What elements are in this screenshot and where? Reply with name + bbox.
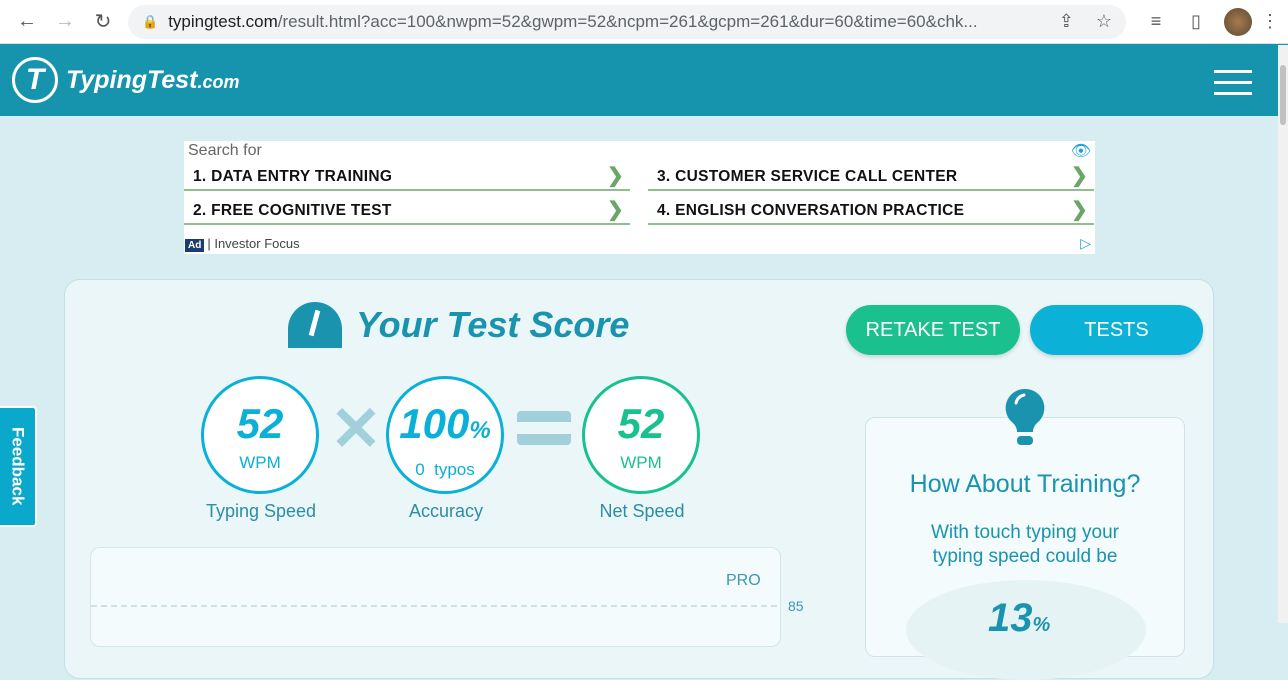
ad-link-label: 4. ENGLISH CONVERSATION PRACTICE bbox=[657, 202, 965, 219]
scrollbar[interactable] bbox=[1278, 45, 1288, 623]
improvement-value: 13 bbox=[988, 596, 1033, 640]
accuracy-circle: 100% 0 typos bbox=[386, 376, 504, 494]
avatar[interactable] bbox=[1224, 7, 1252, 36]
ad-link[interactable]: 3. CUSTOMER SERVICE CALL CENTER ❯ bbox=[648, 161, 1094, 191]
typing-speed-circle: 52 WPM bbox=[201, 376, 319, 494]
feedback-tab[interactable]: Feedback bbox=[0, 406, 37, 527]
ad-link[interactable]: 4. ENGLISH CONVERSATION PRACTICE ❯ bbox=[648, 195, 1094, 225]
chevron-right-icon: ❯ bbox=[606, 165, 624, 187]
typos-count: 0 typos bbox=[415, 460, 475, 479]
site-header: T TypingTest.com bbox=[0, 44, 1288, 116]
net-speed-label: Net Speed bbox=[599, 501, 685, 521]
adchoices-icon[interactable]: ▷ bbox=[1080, 235, 1091, 252]
ad-link-label: 2. FREE COGNITIVE TEST bbox=[193, 202, 392, 219]
retake-test-button[interactable]: RETAKE TEST bbox=[846, 305, 1020, 355]
logo-icon[interactable]: T bbox=[12, 57, 58, 103]
logo[interactable]: TypingTest.com bbox=[66, 66, 240, 95]
net-speed-unit: WPM bbox=[620, 453, 662, 472]
pro-label: PRO bbox=[726, 572, 761, 589]
page-title: Your Test Score bbox=[288, 302, 629, 348]
url-path: /result.html?acc=100&nwpm=52&gwpm=52&ncp… bbox=[277, 11, 978, 31]
lightbulb-icon bbox=[1005, 388, 1045, 445]
net-speed-circle: 52 WPM bbox=[582, 376, 700, 494]
lock-icon: 🔒 bbox=[142, 13, 159, 29]
reload-icon[interactable]: ↻ bbox=[84, 9, 122, 34]
speed-chart: PRO 85 bbox=[90, 547, 804, 647]
accuracy-label: Accuracy bbox=[408, 501, 484, 521]
ad-link-label: 3. CUSTOMER SERVICE CALL CENTER bbox=[657, 168, 958, 185]
pro-value: 85 bbox=[788, 598, 804, 614]
speedometer-icon bbox=[288, 302, 342, 348]
chevron-right-icon: ❯ bbox=[1070, 165, 1088, 187]
browser-toolbar: ← → ↻ 🔒 typingtest.com/result.html?acc=1… bbox=[0, 0, 1288, 44]
pro-threshold-line bbox=[91, 605, 777, 607]
improvement-percent: 13% bbox=[988, 596, 1051, 640]
url-host: typingtest.com bbox=[168, 11, 278, 31]
scrollbar-thumb[interactable] bbox=[1280, 65, 1286, 125]
ad-footer: Ad | Investor Focus bbox=[185, 236, 300, 252]
tests-button[interactable]: TESTS bbox=[1030, 305, 1203, 355]
logo-text: TypingTest bbox=[66, 65, 198, 94]
equals-icon bbox=[517, 411, 571, 445]
ad-hide-icon[interactable]: 👁 bbox=[1071, 141, 1091, 161]
ad-link[interactable]: 2. FREE COGNITIVE TEST ❯ bbox=[184, 195, 630, 225]
accuracy-suffix: % bbox=[469, 417, 491, 444]
logo-suffix: .com bbox=[197, 71, 240, 92]
ad-link[interactable]: 1. DATA ENTRY TRAINING ❯ bbox=[184, 161, 630, 191]
menu-dots-icon[interactable]: ⋮ bbox=[1260, 11, 1280, 32]
ad-banner: Search for 👁 1. DATA ENTRY TRAINING ❯ 2. … bbox=[184, 141, 1095, 254]
share-icon[interactable]: ⇪ bbox=[1059, 11, 1074, 32]
ad-link-label: 1. DATA ENTRY TRAINING bbox=[193, 168, 393, 185]
training-panel: How About Training? With touch typing yo… bbox=[865, 417, 1185, 680]
net-speed-value: 52 bbox=[617, 400, 665, 447]
multiply-icon: ✕ bbox=[330, 395, 382, 464]
training-text: With touch typing your typing speed coul… bbox=[931, 522, 1119, 567]
title-text: Your Test Score bbox=[356, 304, 630, 345]
ad-sponsor[interactable]: Investor Focus bbox=[214, 236, 299, 251]
chevron-right-icon: ❯ bbox=[1070, 199, 1088, 221]
sidepanel-icon[interactable]: ▯ bbox=[1176, 11, 1216, 32]
address-bar[interactable]: 🔒 typingtest.com/result.html?acc=100&nwp… bbox=[128, 4, 1126, 39]
typing-speed-label: Typing Speed bbox=[205, 501, 317, 521]
chevron-right-icon: ❯ bbox=[606, 199, 624, 221]
star-icon[interactable]: ☆ bbox=[1096, 11, 1112, 32]
hamburger-menu-icon[interactable] bbox=[1214, 70, 1252, 103]
typing-speed-value: 52 bbox=[236, 400, 284, 447]
back-icon[interactable]: ← bbox=[8, 10, 46, 33]
forward-icon[interactable]: → bbox=[46, 10, 84, 33]
training-title: How About Training? bbox=[909, 470, 1141, 498]
ad-badge: Ad bbox=[185, 239, 205, 252]
typing-speed-unit: WPM bbox=[239, 453, 281, 472]
ad-search-for: Search for bbox=[188, 142, 262, 159]
media-icon[interactable]: ≡ bbox=[1136, 11, 1176, 32]
accuracy-value: 100 bbox=[399, 400, 470, 447]
